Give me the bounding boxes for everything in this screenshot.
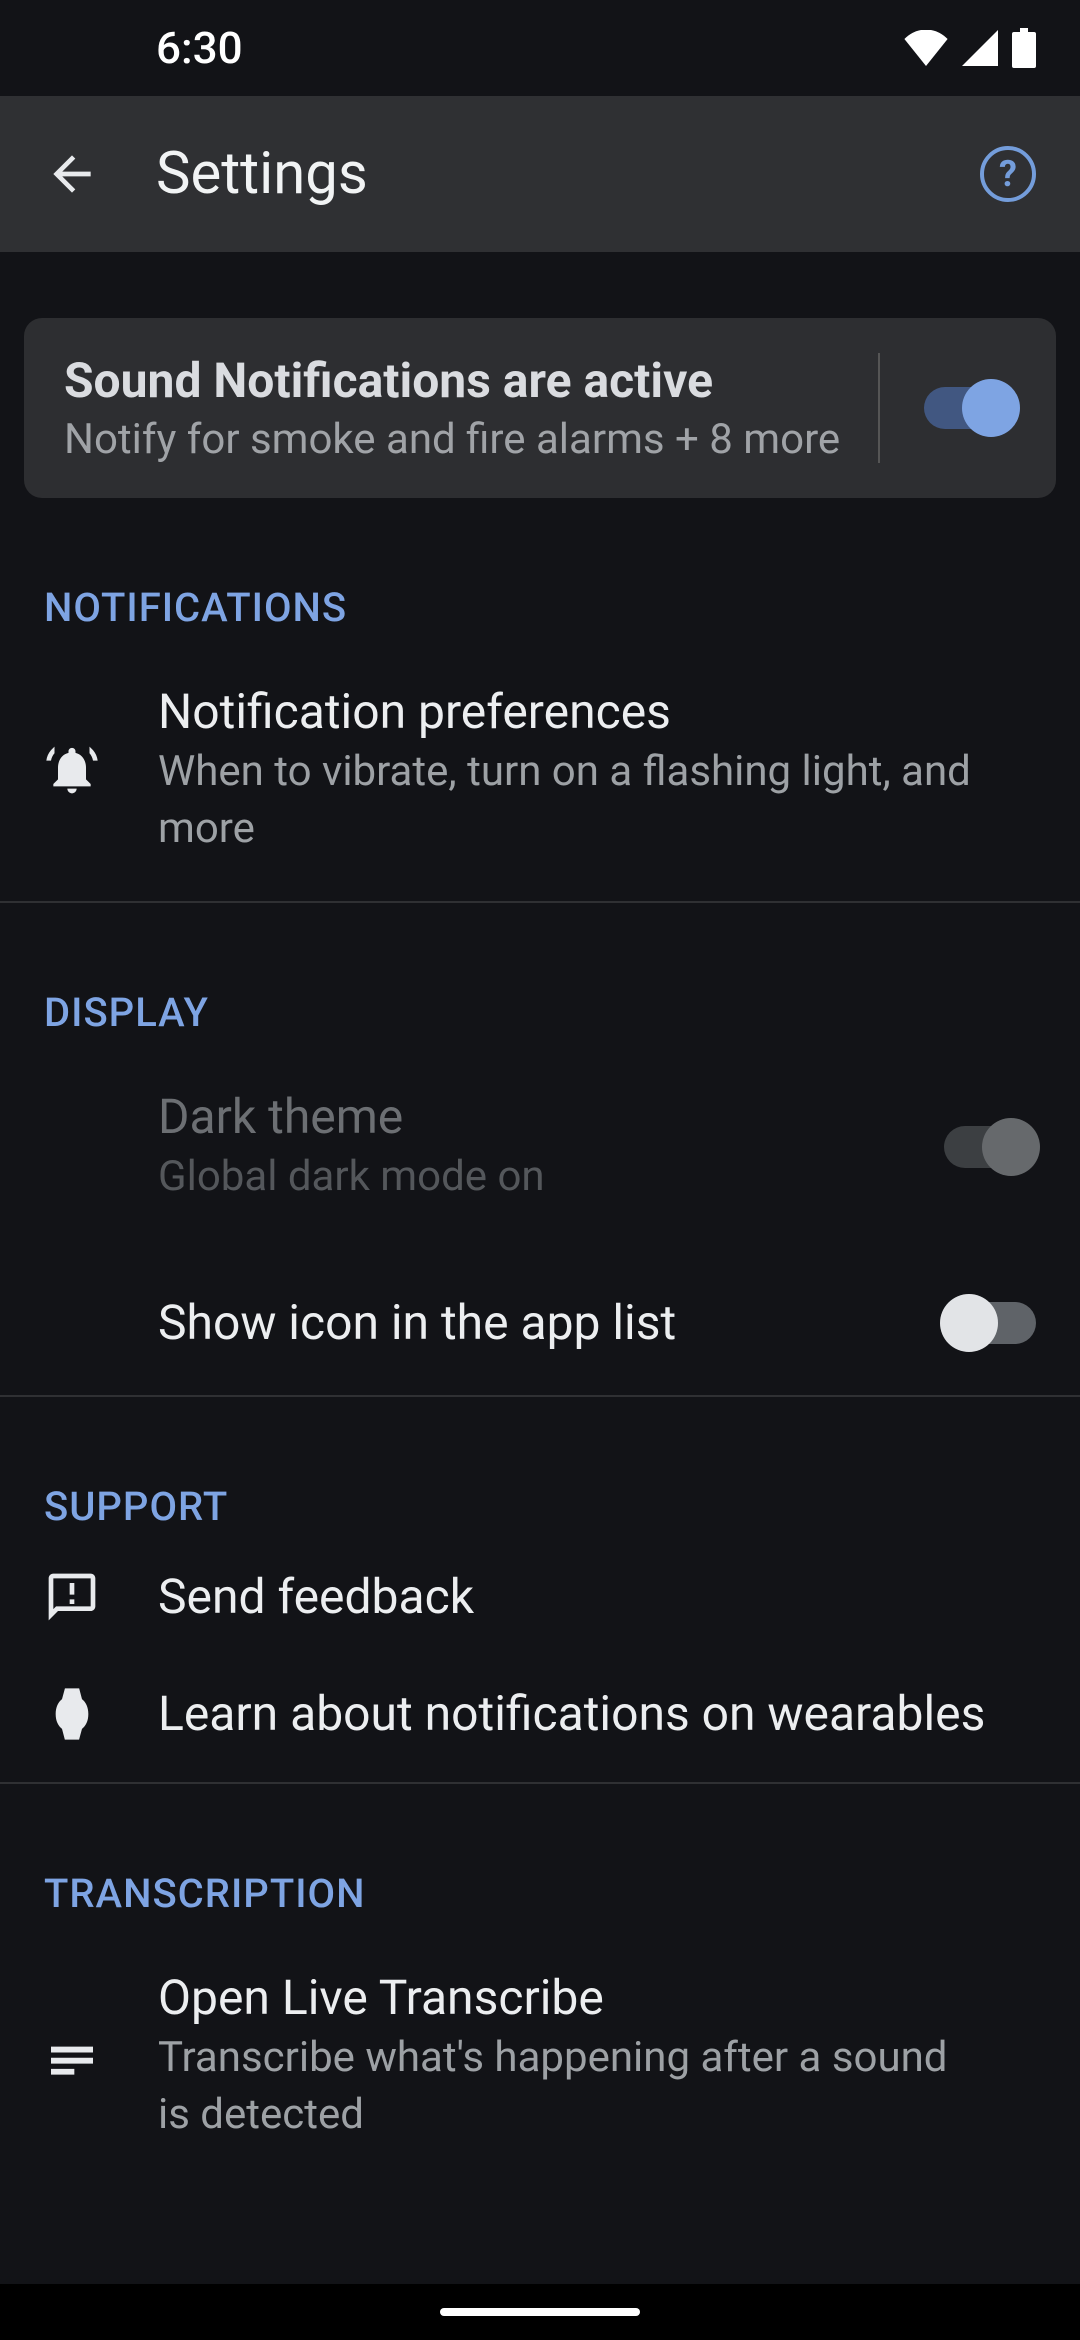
row-title: Send feedback: [158, 1568, 1036, 1625]
banner-subtitle: Notify for smoke and fire alarms + 8 mor…: [64, 415, 858, 464]
banner-title: Sound Notifications are active: [64, 352, 858, 409]
watch-icon: [44, 1686, 100, 1742]
back-icon[interactable]: [44, 146, 100, 202]
wifi-icon: [904, 30, 948, 66]
show-icon-toggle[interactable]: [944, 1302, 1036, 1344]
bell-alert-icon: [44, 742, 100, 798]
live-transcribe-row[interactable]: Open Live Transcribe Transcribe what's h…: [0, 1925, 1080, 2187]
sound-notifications-toggle[interactable]: [924, 387, 1016, 429]
banner-divider: [878, 353, 880, 463]
show-icon-row[interactable]: Show icon in the app list: [0, 1250, 1080, 1395]
nav-bar: [0, 2284, 1080, 2340]
section-header-display: DISPLAY: [0, 903, 1080, 1044]
battery-icon: [1012, 28, 1036, 68]
row-title: Dark theme: [158, 1088, 886, 1145]
notification-preferences-row[interactable]: Notification preferences When to vibrate…: [0, 639, 1080, 901]
home-indicator[interactable]: [440, 2308, 640, 2316]
help-icon[interactable]: ?: [980, 146, 1036, 202]
row-title: Open Live Transcribe: [158, 1969, 1036, 2026]
row-subtitle: Transcribe what's happening after a soun…: [158, 2030, 1036, 2143]
wearables-row[interactable]: Learn about notifications on wearables: [0, 1655, 1080, 1782]
page-title: Settings: [156, 140, 924, 208]
row-title: Notification preferences: [158, 683, 1036, 740]
dark-theme-row: Dark theme Global dark mode on: [0, 1044, 1080, 1250]
cell-signal-icon: [962, 30, 998, 66]
row-subtitle: Global dark mode on: [158, 1149, 886, 1206]
transcript-icon: [44, 2028, 100, 2084]
status-bar: 6:30: [0, 0, 1080, 96]
dark-theme-toggle: [944, 1126, 1036, 1168]
row-subtitle: When to vibrate, turn on a flashing ligh…: [158, 744, 1036, 857]
section-header-support: SUPPORT: [0, 1397, 1080, 1538]
send-feedback-row[interactable]: Send feedback: [0, 1538, 1080, 1655]
row-title: Show icon in the app list: [158, 1294, 886, 1351]
status-time: 6:30: [156, 22, 243, 74]
feedback-icon: [44, 1569, 100, 1625]
row-title: Learn about notifications on wearables: [158, 1685, 1036, 1742]
app-bar: Settings ?: [0, 96, 1080, 252]
sound-notifications-banner[interactable]: Sound Notifications are active Notify fo…: [24, 318, 1056, 498]
section-header-notifications: NOTIFICATIONS: [0, 498, 1080, 639]
status-icons: [904, 28, 1036, 68]
section-header-transcription: TRANSCRIPTION: [0, 1784, 1080, 1925]
